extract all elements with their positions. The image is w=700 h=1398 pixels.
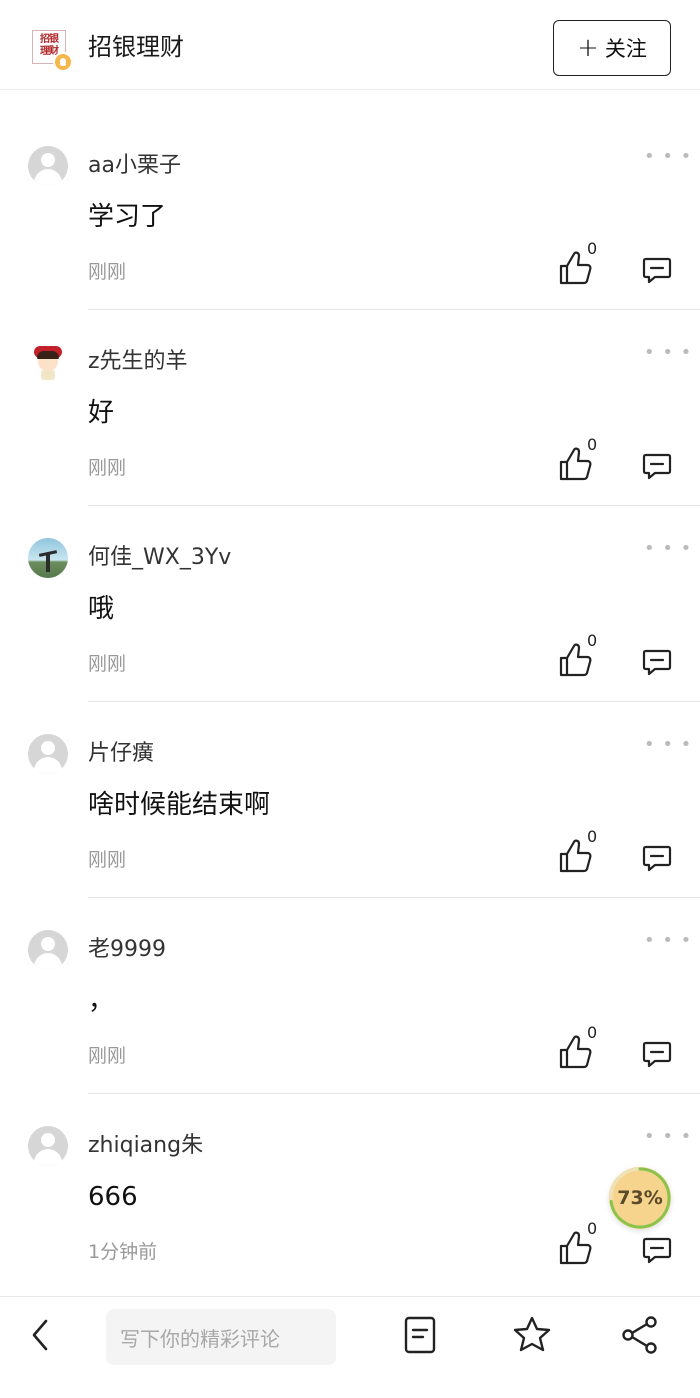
comment-item: z先生的羊 • • • 好 刚刚 0	[0, 310, 700, 506]
comment-text: 哦	[88, 594, 115, 624]
comment-text: ，	[88, 986, 115, 1016]
comment-username[interactable]: 片仔癀	[88, 738, 154, 770]
comment-item: 何佳_WX_3Yv • • • 哦 刚刚 0	[0, 506, 700, 702]
like-count: 0	[587, 1023, 598, 1042]
comment-username[interactable]: 何佳_WX_3Yv	[88, 542, 231, 574]
comment-username[interactable]: zhiqiang朱	[88, 1130, 203, 1162]
comment-text: 好	[88, 398, 115, 428]
plus-icon: +	[577, 33, 599, 63]
like-count: 0	[587, 631, 598, 650]
star-icon[interactable]	[512, 1315, 552, 1355]
comment-item: 片仔癀 • • • 啥时候能结束啊 刚刚 0	[0, 702, 700, 898]
back-icon[interactable]	[26, 1315, 56, 1355]
progress-percent: 73%	[617, 1187, 663, 1209]
default-avatar[interactable]	[28, 1126, 68, 1166]
follow-button[interactable]: + 关注	[553, 20, 671, 76]
more-options-icon[interactable]: • • •	[644, 932, 692, 950]
comment-time: 刚刚	[88, 457, 127, 479]
comment-username[interactable]: aa小栗子	[88, 150, 181, 182]
document-icon[interactable]	[400, 1315, 440, 1355]
reading-progress-badge[interactable]: 73%	[609, 1167, 671, 1229]
comment-username[interactable]: 老9999	[88, 934, 166, 966]
share-icon[interactable]	[620, 1315, 660, 1355]
comment-input[interactable]: 写下你的精彩评论	[106, 1309, 336, 1365]
like-count: 0	[587, 1219, 598, 1238]
comment-item: 老9999 • • • ， 刚刚 0	[0, 898, 700, 1094]
more-options-icon[interactable]: • • •	[644, 540, 692, 558]
more-options-icon[interactable]: • • •	[644, 148, 692, 166]
reply-comment-icon[interactable]	[642, 255, 672, 285]
comment-text: 666	[88, 1182, 138, 1212]
sky-photo-avatar[interactable]	[28, 538, 68, 578]
like-count: 0	[587, 239, 598, 258]
reply-comment-icon[interactable]	[642, 1039, 672, 1069]
comment-username[interactable]: z先生的羊	[88, 346, 188, 378]
follow-label: 关注	[604, 37, 647, 61]
verified-badge-icon	[53, 52, 73, 72]
comment-time: 刚刚	[88, 653, 127, 675]
comment-time: 刚刚	[88, 261, 127, 283]
bottom-action-bar: 写下你的精彩评论	[0, 1296, 700, 1398]
more-options-icon[interactable]: • • •	[644, 736, 692, 754]
default-avatar[interactable]	[28, 734, 68, 774]
reply-comment-icon[interactable]	[642, 647, 672, 677]
reply-comment-icon[interactable]	[642, 1235, 672, 1265]
reply-comment-icon[interactable]	[642, 843, 672, 873]
like-count: 0	[587, 827, 598, 846]
like-count: 0	[587, 435, 598, 454]
default-avatar[interactable]	[28, 146, 68, 186]
comment-text: 啥时候能结束啊	[88, 790, 271, 820]
comment-item: aa小栗子 • • • 学习了 刚刚 0	[0, 114, 700, 310]
cartoon-girl-avatar[interactable]	[28, 342, 68, 382]
more-options-icon[interactable]: • • •	[644, 344, 692, 362]
reply-comment-icon[interactable]	[642, 451, 672, 481]
comment-input-placeholder: 写下你的精彩评论	[120, 1326, 280, 1351]
header-bar: 招银理财 招银理财 + 关注	[0, 0, 700, 90]
account-name[interactable]: 招银理财	[88, 30, 184, 64]
comment-time: 刚刚	[88, 1045, 127, 1067]
more-options-icon[interactable]: • • •	[644, 1128, 692, 1146]
comment-time: 刚刚	[88, 849, 127, 871]
comment-text: 学习了	[88, 202, 167, 232]
comment-item: zhiqiang朱 • • • 666 1分钟前 0	[0, 1094, 700, 1290]
comment-time: 1分钟前	[88, 1241, 158, 1263]
default-avatar[interactable]	[28, 930, 68, 970]
